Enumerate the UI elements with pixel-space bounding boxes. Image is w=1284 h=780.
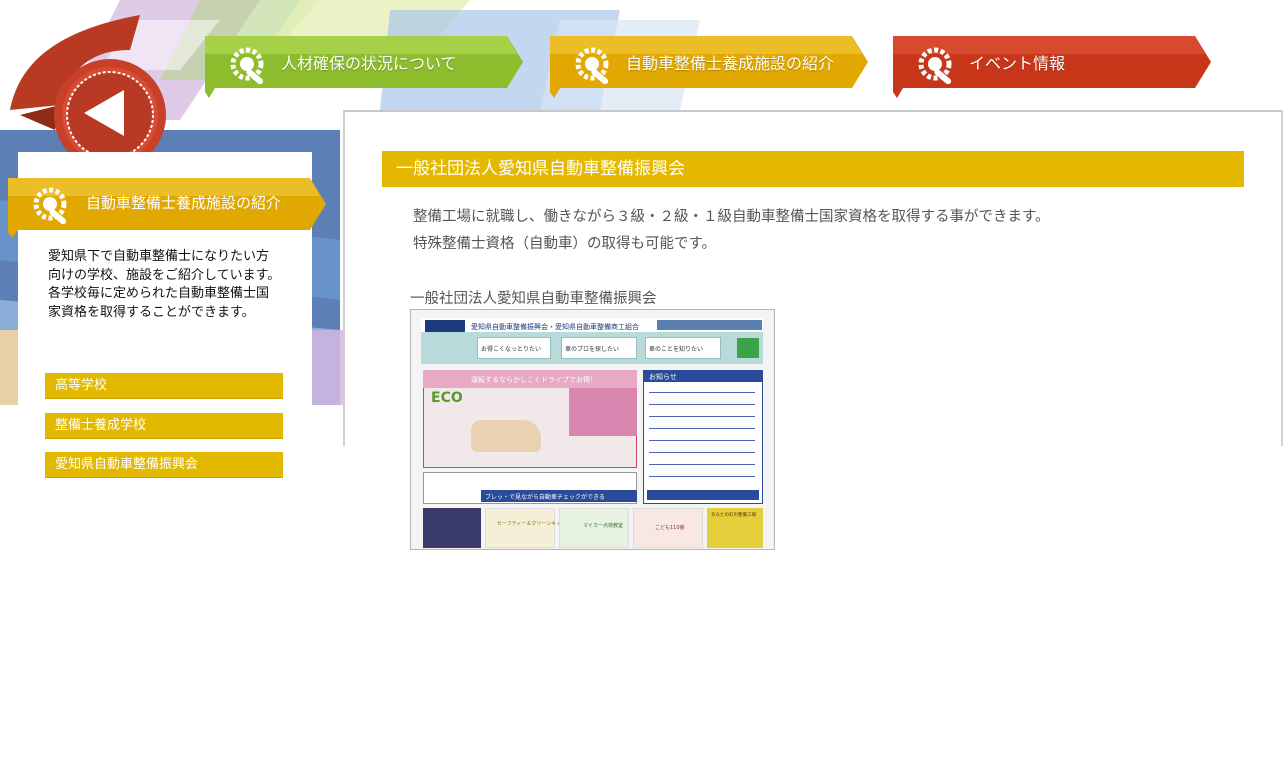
thumb-tile-label: マイカー点検教室 (583, 523, 624, 529)
thumb-news-buttons (647, 490, 759, 500)
thumb-top-buttons (657, 320, 762, 330)
sidebar-heading: 自動車整備士養成施設の紹介 (8, 178, 328, 238)
thumb-news-lines (649, 386, 755, 482)
thumb-eco-badge (737, 338, 759, 358)
thumb-banner2-text: ブレッ・で見ながら自動車チェックができる (485, 494, 605, 501)
site-caption: 一般社団法人愛知県自動車整備振興会 (410, 291, 657, 307)
sidebar-link-koto-gakko[interactable]: 高等学校 (45, 373, 283, 399)
thumb-banner-side (569, 388, 637, 436)
tab-label: イベント情報 (969, 54, 1066, 73)
thumb-news-heading: お知らせ (649, 373, 677, 381)
wrench-gear-icon (230, 47, 264, 84)
sidebar-link-shinkokai[interactable]: 愛知県自動車整備振興会 (45, 452, 283, 478)
back-arrow-icon (84, 90, 124, 136)
body-text-line: 特殊整備士資格（自動車）の取得も可能です。 (413, 236, 717, 252)
thumb-nav-label: 車のプロを探したい (565, 346, 620, 353)
tab-label: 人材確保の状況について (281, 54, 457, 73)
thumb-banner-text: 運転するならかしこくドライブでお得！ (471, 376, 597, 384)
sidebar-heading-label: 自動車整備士養成施設の紹介 (86, 194, 282, 212)
thumb-tile (485, 508, 555, 548)
thumb-nav-label: 車のことを知りたい (649, 346, 704, 353)
sidebar-description: 愛知県下で自動車整備士になりたい方 向けの学校、施設をご紹介しています。 各学校… (48, 249, 281, 320)
thumb-tile (423, 508, 481, 548)
tab-jinzai-kakuho[interactable]: 人材確保の状況について (205, 36, 523, 98)
thumb-car-image (471, 420, 541, 452)
tab-label: 自動車整備士養成施設の紹介 (626, 54, 835, 73)
thumb-tile-label: あなたの町の整備工場 (711, 513, 756, 518)
wrench-gear-icon (918, 47, 952, 84)
body-text-line: 整備工場に就職し、働きながら３級・２級・１級自動車整備士国家資格を取得する事がで… (413, 209, 1050, 225)
wrench-gear-icon (33, 187, 67, 224)
thumb-header-title: 愛知県自動車整備振興会・愛知県自動車整備商工組合 (471, 323, 639, 331)
sidebar-link-seibishi-gakko[interactable]: 整備士養成学校 (45, 413, 283, 439)
section-title: 一般社団法人愛知県自動車整備振興会 (382, 151, 1244, 187)
wrench-gear-icon (575, 47, 609, 84)
thumb-nav-label: お得こくなっとりたい (481, 346, 542, 353)
tab-event-info[interactable]: イベント情報 (893, 36, 1211, 98)
site-thumbnail-link[interactable]: 愛知県自動車整備振興会・愛知県自動車整備商工組合 お得こくなっとりたい 車のプロ… (410, 309, 775, 550)
tab-seibishi-shisetsu[interactable]: 自動車整備士養成施設の紹介 (550, 36, 868, 98)
thumb-tile-label: こども110番 (655, 525, 685, 531)
thumb-eco-label: ECO (431, 390, 463, 406)
